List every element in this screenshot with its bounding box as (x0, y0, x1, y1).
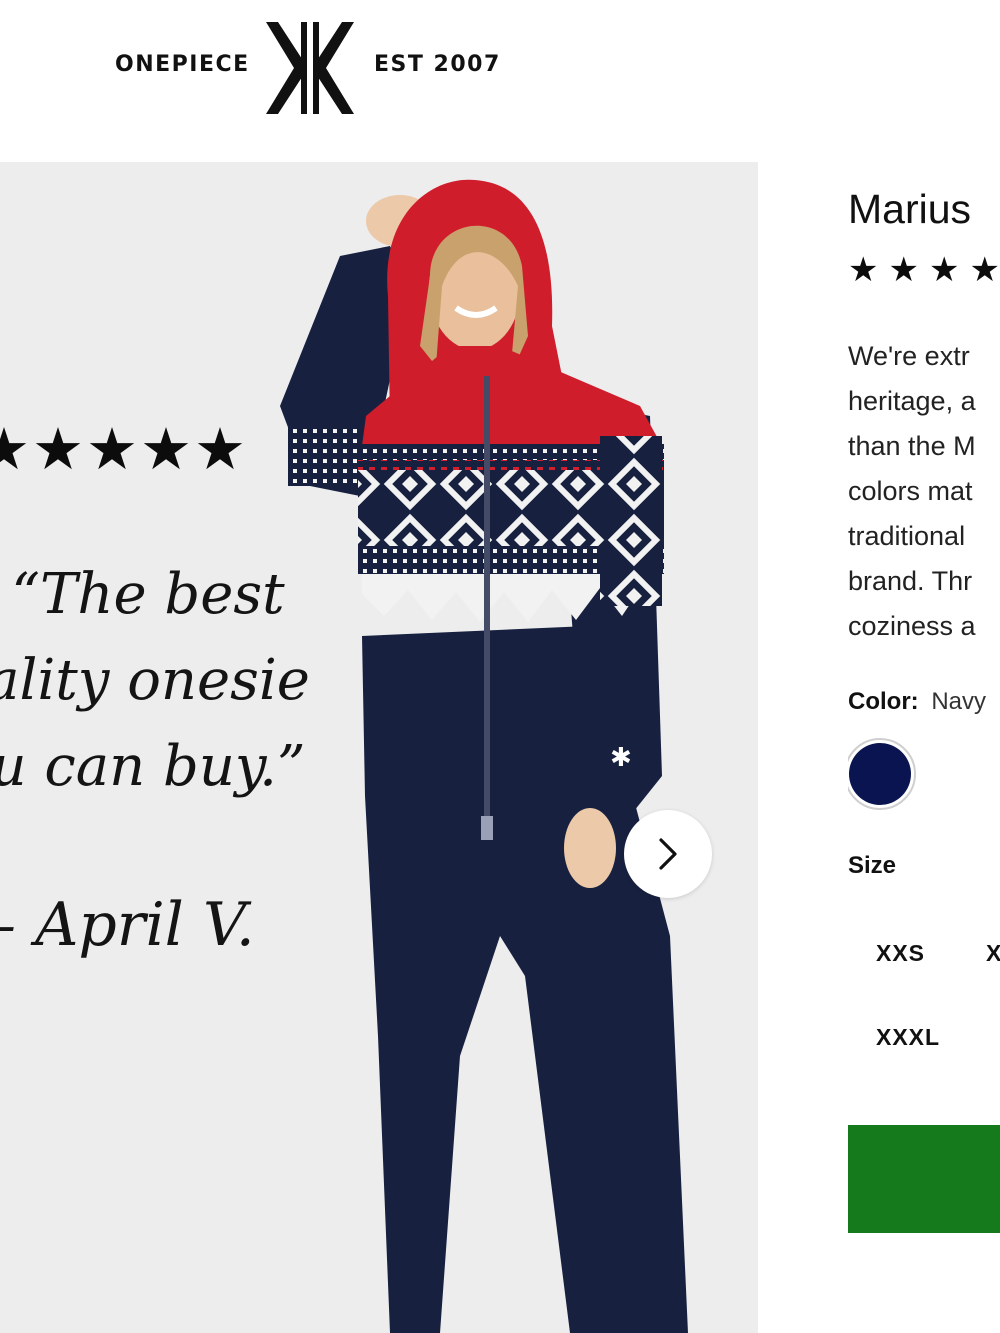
product-model-image: ✱ (280, 179, 688, 1333)
size-label: Size (848, 852, 897, 879)
review-stars: ★★★★★ (0, 415, 248, 483)
size-option-xxxl[interactable]: XXXL (876, 1024, 940, 1051)
product-description: We're extr heritage, a than the M colors… (848, 334, 1000, 649)
color-row: Color: Navy (848, 688, 986, 716)
description-line: heritage, a (848, 386, 976, 416)
swatch-fill (849, 743, 911, 805)
next-image-button[interactable] (624, 810, 712, 898)
product-image-gallery[interactable]: ★★★★★ “The best ality onesie u can buy.”… (0, 162, 758, 1333)
add-to-cart-button[interactable] (848, 1125, 1000, 1233)
description-line: We're extr (848, 341, 970, 371)
description-line: colors mat (848, 476, 973, 506)
rating-stars[interactable]: ★★★★ (848, 250, 1000, 290)
color-label: Color: (848, 688, 919, 715)
color-swatch-navy[interactable] (848, 738, 916, 810)
brand-name: ONEPIECE (115, 52, 250, 77)
size-option-x[interactable]: X (986, 940, 1000, 967)
review-author: – April V. (0, 890, 255, 960)
color-value: Navy (931, 688, 987, 715)
product-info-panel: Marius ★★★★ We're extr heritage, a than … (848, 162, 1000, 1333)
product-title: Marius (848, 186, 972, 232)
description-line: traditional (848, 521, 966, 551)
svg-text:✱: ✱ (610, 743, 632, 773)
site-header: ONEPIECE EST 2007 (0, 0, 1000, 160)
description-line: coziness a (848, 611, 976, 641)
description-line: than the M (848, 431, 976, 461)
description-line: brand. Thr (848, 566, 973, 596)
chevron-right-icon (659, 838, 677, 870)
brand-established: EST 2007 (374, 52, 501, 77)
onepiece-k-logo-icon[interactable] (264, 22, 356, 114)
size-option-xxs[interactable]: XXS (876, 940, 925, 967)
